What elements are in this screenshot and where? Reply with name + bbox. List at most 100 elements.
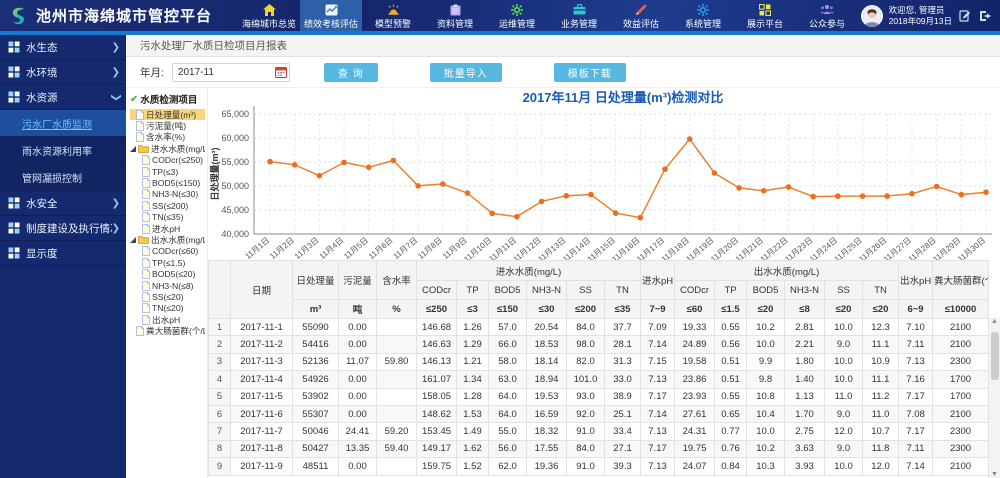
tree-item-11[interactable]: 出水水质(mg/L)	[130, 234, 205, 245]
tree-item-12[interactable]: CODcr(≤60)	[130, 246, 205, 257]
nav-item-overview[interactable]: 海绵城市总览	[238, 0, 300, 31]
table-row[interactable]: 6 2017-11-6 55307 0.00 148.62 1.53 64.0 16.59 92…	[208, 404, 990, 424]
table-scrollbar[interactable]: ▲ ▼	[988, 318, 1000, 478]
table-row[interactable]: 8 2017-11-8 50427 13.35 59.40 149.17 1.62 56.0 1…	[208, 439, 990, 459]
tree-item-3[interactable]: 进水水质(mg/L)	[130, 143, 205, 154]
inflow-sub-header: TN	[603, 280, 642, 300]
tree-item-1[interactable]: 污泥量(吨)	[130, 120, 205, 131]
row-number: 6	[208, 404, 231, 424]
file-icon	[142, 257, 150, 268]
note-icon[interactable]	[958, 9, 972, 23]
tree-item-7[interactable]: NH3-N(≤30)	[130, 189, 205, 200]
nav-item-ops-mgmt[interactable]: 运维管理	[486, 0, 548, 31]
table-row[interactable]: 7 2017-11-7 50046 24.41 59.20 153.45 1.49 55.0 1…	[208, 422, 990, 441]
file-icon	[142, 303, 150, 314]
sidebar-item-water-environment[interactable]: 水环境 ❯	[0, 60, 126, 85]
cell: 27.1	[603, 439, 642, 459]
report-table-area: 日期 日处理量 污泥量 含水率 进水水质(mg/L) 进水pH 出水水质(mg/L) 出水pH…	[208, 260, 1000, 478]
sidebar-subitem-pipe-leakage-control[interactable]: 管网漏损控制	[0, 164, 126, 191]
limit-cell: ≤150	[488, 299, 527, 319]
brand: 池州市海绵城市管控平台	[0, 0, 238, 31]
tree-item-label: TN(≤20)	[152, 303, 184, 314]
tree-item-2[interactable]: 含水率(%)	[130, 132, 205, 143]
cell: 2300	[932, 352, 990, 372]
cell: 55.0	[488, 422, 527, 441]
row-number: 8	[208, 439, 231, 459]
file-icon	[136, 132, 144, 143]
cell: 54926	[292, 370, 339, 389]
cell: 48511	[292, 457, 339, 476]
cell: 7.11	[898, 439, 934, 459]
batch-import-button[interactable]: 批量导入	[429, 62, 502, 82]
tree-expander-icon[interactable]	[130, 236, 136, 243]
cell: 2100	[932, 457, 990, 476]
tree-item-5[interactable]: TP(≤3)	[130, 166, 205, 177]
logout-icon[interactable]	[978, 9, 992, 23]
nav-item-data-mgmt[interactable]: 资料管理	[424, 0, 486, 31]
tree-item-16[interactable]: SS(≤20)	[130, 291, 205, 302]
tree-item-9[interactable]: TN(≤35)	[130, 212, 205, 223]
cell: 0.00	[338, 335, 377, 354]
cell: 1.80	[784, 352, 826, 372]
nav-label: 展示平台	[746, 19, 783, 29]
table-row[interactable]: 4 2017-11-4 54926 0.00 161.07 1.34 63.0 18.94 10…	[208, 370, 990, 389]
template-download-button[interactable]: 模板下载	[553, 62, 626, 82]
svg-text:2017年11月 日处理量(m³)检测对比: 2017年11月 日处理量(m³)检测对比	[523, 90, 724, 105]
query-button[interactable]: 查 询	[323, 62, 378, 82]
avatar[interactable]	[860, 4, 883, 27]
tree-item-14[interactable]: BOD5(≤20)	[130, 268, 205, 279]
sidebar-item-display-degree[interactable]: 显示度	[0, 241, 126, 266]
tree-item-0[interactable]: 日处理量(m³)	[130, 109, 205, 121]
tree-expander-icon[interactable]	[130, 145, 136, 152]
sidebar-item-water-ecology[interactable]: 水生态 ❯	[0, 35, 126, 60]
tree-item-15[interactable]: NH3-N(≤8)	[130, 280, 205, 291]
tree-item-6[interactable]: BOD5(≤150)	[130, 177, 205, 188]
nav-item-business-mgmt[interactable]: 业务管理	[548, 0, 610, 31]
cell: 0.76	[714, 439, 748, 459]
file-icon	[136, 109, 144, 120]
home-icon	[262, 3, 276, 16]
cell: 50046	[292, 422, 339, 441]
calendar-icon[interactable]	[274, 65, 287, 83]
table-row[interactable]: 3 2017-11-3 52136 11.07 59.80 146.13 1.21 58.0 1…	[208, 352, 990, 372]
cell: 158.05	[416, 387, 457, 406]
scroll-thumb[interactable]	[991, 332, 999, 380]
table-row[interactable]: 1 2017-11-1 55090 0.00 146.68 1.26 57.0 20.54 84…	[208, 317, 990, 337]
scroll-down-icon[interactable]: ▼	[991, 471, 998, 478]
nav-item-performance-eval[interactable]: 绩效考核评估	[300, 0, 362, 31]
tree-item-19[interactable]: 粪大肠菌群(个/L)	[130, 325, 205, 336]
sidebar-item-water-safety[interactable]: 水安全 ❯	[0, 191, 126, 216]
tree-item-17[interactable]: TN(≤20)	[130, 303, 205, 314]
cell: 20.54	[526, 317, 567, 337]
sidebar-subitem-rainwater-utilization[interactable]: 雨水资源利用率	[0, 137, 126, 164]
sidebar-item-water-resources[interactable]: 水资源 ❯	[0, 85, 126, 110]
cell: 2300	[932, 439, 990, 459]
chevron-right-icon: ❯	[111, 222, 120, 234]
tree-item-label: CODcr(≤60)	[152, 246, 199, 257]
sidebar-subitem-sewage-plant-quality[interactable]: 污水厂水质监测	[0, 110, 126, 137]
tree-item-8[interactable]: SS(≤200)	[130, 200, 205, 211]
chevron-down-icon: ❯	[110, 92, 122, 102]
tree-item-10[interactable]: 进水pH	[130, 223, 205, 234]
tree-header-label: 水质检测项目	[140, 95, 198, 106]
cell: 53902	[292, 387, 339, 406]
cell: 2017-11-4	[230, 370, 293, 389]
nav-item-display-platform[interactable]: 展示平台	[734, 0, 796, 31]
table-row[interactable]: 9 2017-11-9 48511 0.00 159.75 1.52 62.0 19.36 91…	[208, 457, 990, 476]
table-row[interactable]: 2 2017-11-2 54416 0.00 146.63 1.29 66.0 18.53 98…	[208, 335, 990, 354]
nav-item-model-warning[interactable]: 模型预警	[362, 0, 424, 31]
chart-area: 40,000 45,000 50,000 55,000 60,000 65,000 11月1…	[208, 88, 1000, 264]
tree-item-label: 含水率(%)	[146, 132, 186, 143]
tree-item-4[interactable]: CODcr(≤250)	[130, 155, 205, 166]
nav-item-public-participation[interactable]: 公众参与	[796, 0, 858, 31]
tree-item-18[interactable]: 出水pH	[130, 314, 205, 325]
nav-item-system-mgmt[interactable]: 系统管理	[672, 0, 734, 31]
table-row[interactable]: 5 2017-11-5 53902 0.00 158.05 1.28 64.0 19.53 93…	[208, 387, 990, 406]
sidebar-item-institution-building[interactable]: 制度建设及执行情况 ❯	[0, 216, 126, 241]
svg-text:45,000: 45,000	[221, 205, 249, 215]
month-input[interactable]	[171, 63, 290, 82]
grid-icon	[759, 3, 771, 16]
nav-item-benefit-eval[interactable]: 效益评估	[610, 0, 672, 31]
tree-item-13[interactable]: TP(≤1.5)	[130, 257, 205, 268]
scroll-up-icon[interactable]: ▲	[991, 318, 998, 325]
